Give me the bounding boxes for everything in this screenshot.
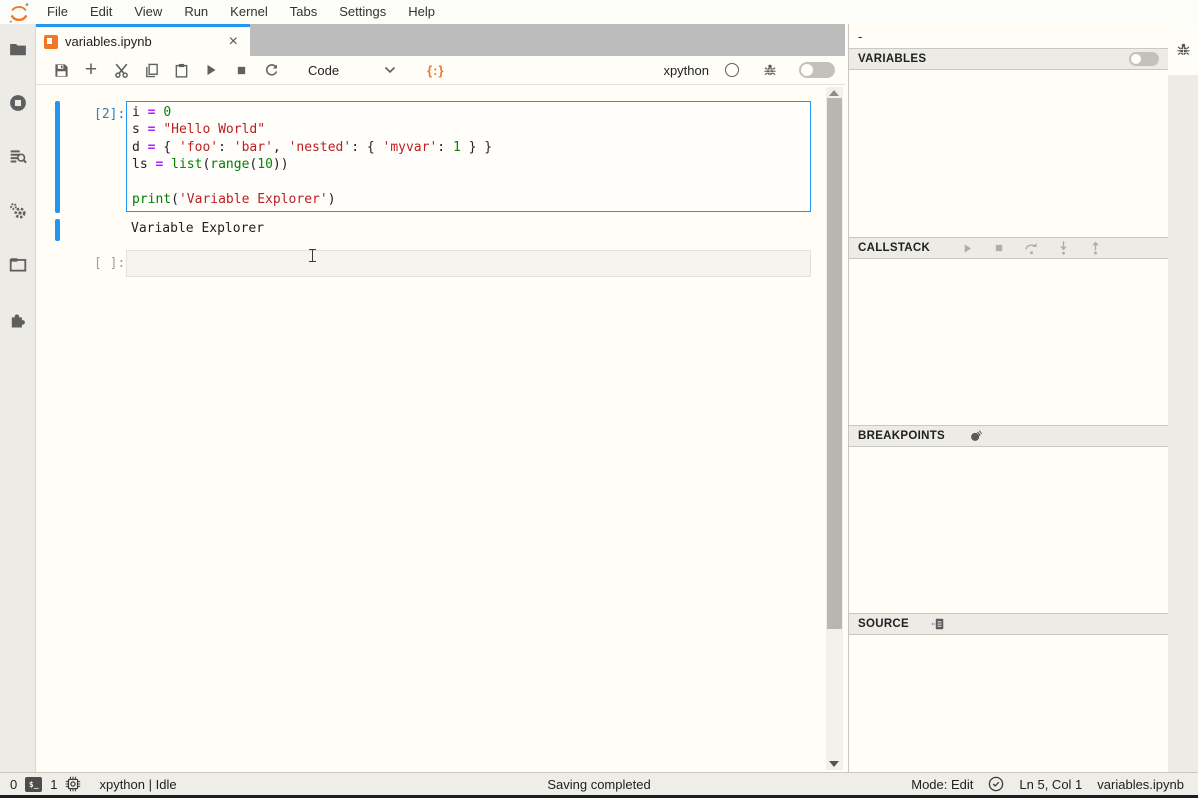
json-braces-icon: {:} <box>427 63 444 78</box>
scroll-up-arrow-icon[interactable] <box>829 90 839 96</box>
menu-run[interactable]: Run <box>173 0 219 24</box>
notebook-scrollbar[interactable] <box>826 87 843 770</box>
menu-settings[interactable]: Settings <box>328 0 397 24</box>
file-browser-icon[interactable] <box>9 40 27 58</box>
restart-kernel-button[interactable] <box>256 58 286 82</box>
kernel-chip-icon <box>65 776 81 792</box>
callstack-body <box>849 259 1168 425</box>
variables-section-header[interactable]: VARIABLES <box>849 48 1168 70</box>
breakpoints-body <box>849 447 1168 613</box>
table-of-contents-icon[interactable] <box>9 148 27 166</box>
variables-view-toggle[interactable] <box>1129 52 1159 66</box>
callstack-title: CALLSTACK <box>858 242 930 254</box>
interrupt-kernel-button[interactable] <box>226 58 256 82</box>
extension-manager-icon[interactable] <box>9 310 27 328</box>
terminal-icon: $_ <box>25 777 42 792</box>
jupyter-logo-icon <box>8 2 30 24</box>
terminate-button[interactable] <box>990 240 1008 256</box>
source-section-header[interactable]: SOURCE <box>849 613 1168 635</box>
menu-tabs[interactable]: Tabs <box>279 0 328 24</box>
tab-title: variables.ipynb <box>65 34 225 49</box>
scrollbar-thumb[interactable] <box>827 98 842 629</box>
property-inspector-icon[interactable] <box>9 202 27 220</box>
kernel-status-icon[interactable] <box>725 63 739 77</box>
text-cursor-pointer <box>308 248 317 263</box>
notebook-toolbar: + Code {:} xpy <box>36 56 845 85</box>
run-cell-button[interactable] <box>196 58 226 82</box>
menu-help[interactable]: Help <box>397 0 446 24</box>
scroll-down-arrow-icon[interactable] <box>829 761 839 767</box>
code-line: s = "Hello World" <box>132 122 810 139</box>
code-line: print('Variable Explorer') <box>132 192 810 209</box>
variables-body <box>849 70 1168 237</box>
cell-collapser[interactable] <box>55 101 60 213</box>
trust-shield-icon <box>988 776 1004 792</box>
breakpoints-section-header[interactable]: BREAKPOINTS <box>849 425 1168 447</box>
empty-cell-editor[interactable] <box>126 250 811 277</box>
step-in-button[interactable] <box>1054 240 1072 256</box>
close-all-breakpoints-icon[interactable] <box>967 428 985 444</box>
step-out-button[interactable] <box>1086 240 1104 256</box>
debugger-panel: - VARIABLES CALLSTACK <box>848 24 1168 772</box>
main-dock: variables.ipynb × + <box>36 24 845 772</box>
tab-bar: variables.ipynb × <box>36 24 845 56</box>
tab-variables-ipynb[interactable]: variables.ipynb × <box>36 24 250 56</box>
open-tabs-icon[interactable] <box>9 256 27 274</box>
mode-indicator: Mode: Edit <box>911 777 973 792</box>
kernels-count: 1 <box>50 777 57 792</box>
breakpoints-title: BREAKPOINTS <box>858 430 945 442</box>
chevron-down-icon[interactable] <box>375 58 405 82</box>
paste-cells-button[interactable] <box>166 58 196 82</box>
bug-icon[interactable] <box>755 58 785 82</box>
cell-type-select[interactable]: Code <box>308 63 339 78</box>
source-title: SOURCE <box>858 618 909 630</box>
step-over-button[interactable] <box>1022 240 1040 256</box>
kernel-name-label[interactable]: xpython <box>663 63 709 78</box>
menu-file[interactable]: File <box>36 0 79 24</box>
open-source-icon[interactable] <box>929 616 947 632</box>
left-sidebar <box>0 24 36 772</box>
right-sidebar <box>1168 24 1198 772</box>
code-line: ls = list(range(10)) <box>132 157 810 174</box>
code-cell-editor[interactable]: i = 0 s = "Hello World" d = { 'foo': 'ba… <box>126 101 811 212</box>
line-col-indicator[interactable]: Ln 5, Col 1 <box>1019 777 1082 792</box>
code-line: i = 0 <box>132 105 810 122</box>
menu-kernel[interactable]: Kernel <box>219 0 279 24</box>
notebook-content: [2]: i = 0 s = "Hello World" d = { 'foo'… <box>36 85 845 772</box>
debugger-bug-icon <box>1176 42 1191 57</box>
output-collapser[interactable] <box>55 219 60 241</box>
menu-bar: File Edit View Run Kernel Tabs Settings … <box>0 0 1198 24</box>
jupyterlab-window: File Edit View Run Kernel Tabs Settings … <box>0 0 1198 798</box>
menu-view[interactable]: View <box>123 0 173 24</box>
input-prompt: [2]: <box>94 107 125 122</box>
copy-cells-button[interactable] <box>136 58 166 82</box>
kernel-status-label[interactable]: xpython | Idle <box>99 777 176 792</box>
notebook-icon <box>44 35 58 49</box>
variables-title: VARIABLES <box>858 53 926 65</box>
empty-input-prompt: [ ]: <box>94 256 125 271</box>
status-bar: 0 $_ 1 xpython | Idle Saving completed M… <box>0 772 1198 795</box>
active-filename: variables.ipynb <box>1097 777 1184 792</box>
debugger-source-path: - <box>849 24 1168 48</box>
callstack-section-header[interactable]: CALLSTACK <box>849 237 1168 259</box>
save-button[interactable] <box>46 58 76 82</box>
code-line: d = { 'foo': 'bar', 'nested': { 'myvar':… <box>132 140 810 157</box>
cell-output: Variable Explorer <box>131 221 264 236</box>
toolbar-toggle-switch[interactable] <box>799 62 835 78</box>
code-line <box>132 175 810 192</box>
continue-button[interactable] <box>958 240 976 256</box>
tab-close-icon[interactable]: × <box>225 34 242 50</box>
terminals-count: 0 <box>10 777 17 792</box>
cut-cells-button[interactable] <box>106 58 136 82</box>
source-body <box>849 635 1168 772</box>
insert-cell-button[interactable]: + <box>76 58 106 82</box>
menu-edit[interactable]: Edit <box>79 0 123 24</box>
running-kernels-icon[interactable] <box>9 94 27 112</box>
debugger-tab[interactable] <box>1168 24 1198 75</box>
